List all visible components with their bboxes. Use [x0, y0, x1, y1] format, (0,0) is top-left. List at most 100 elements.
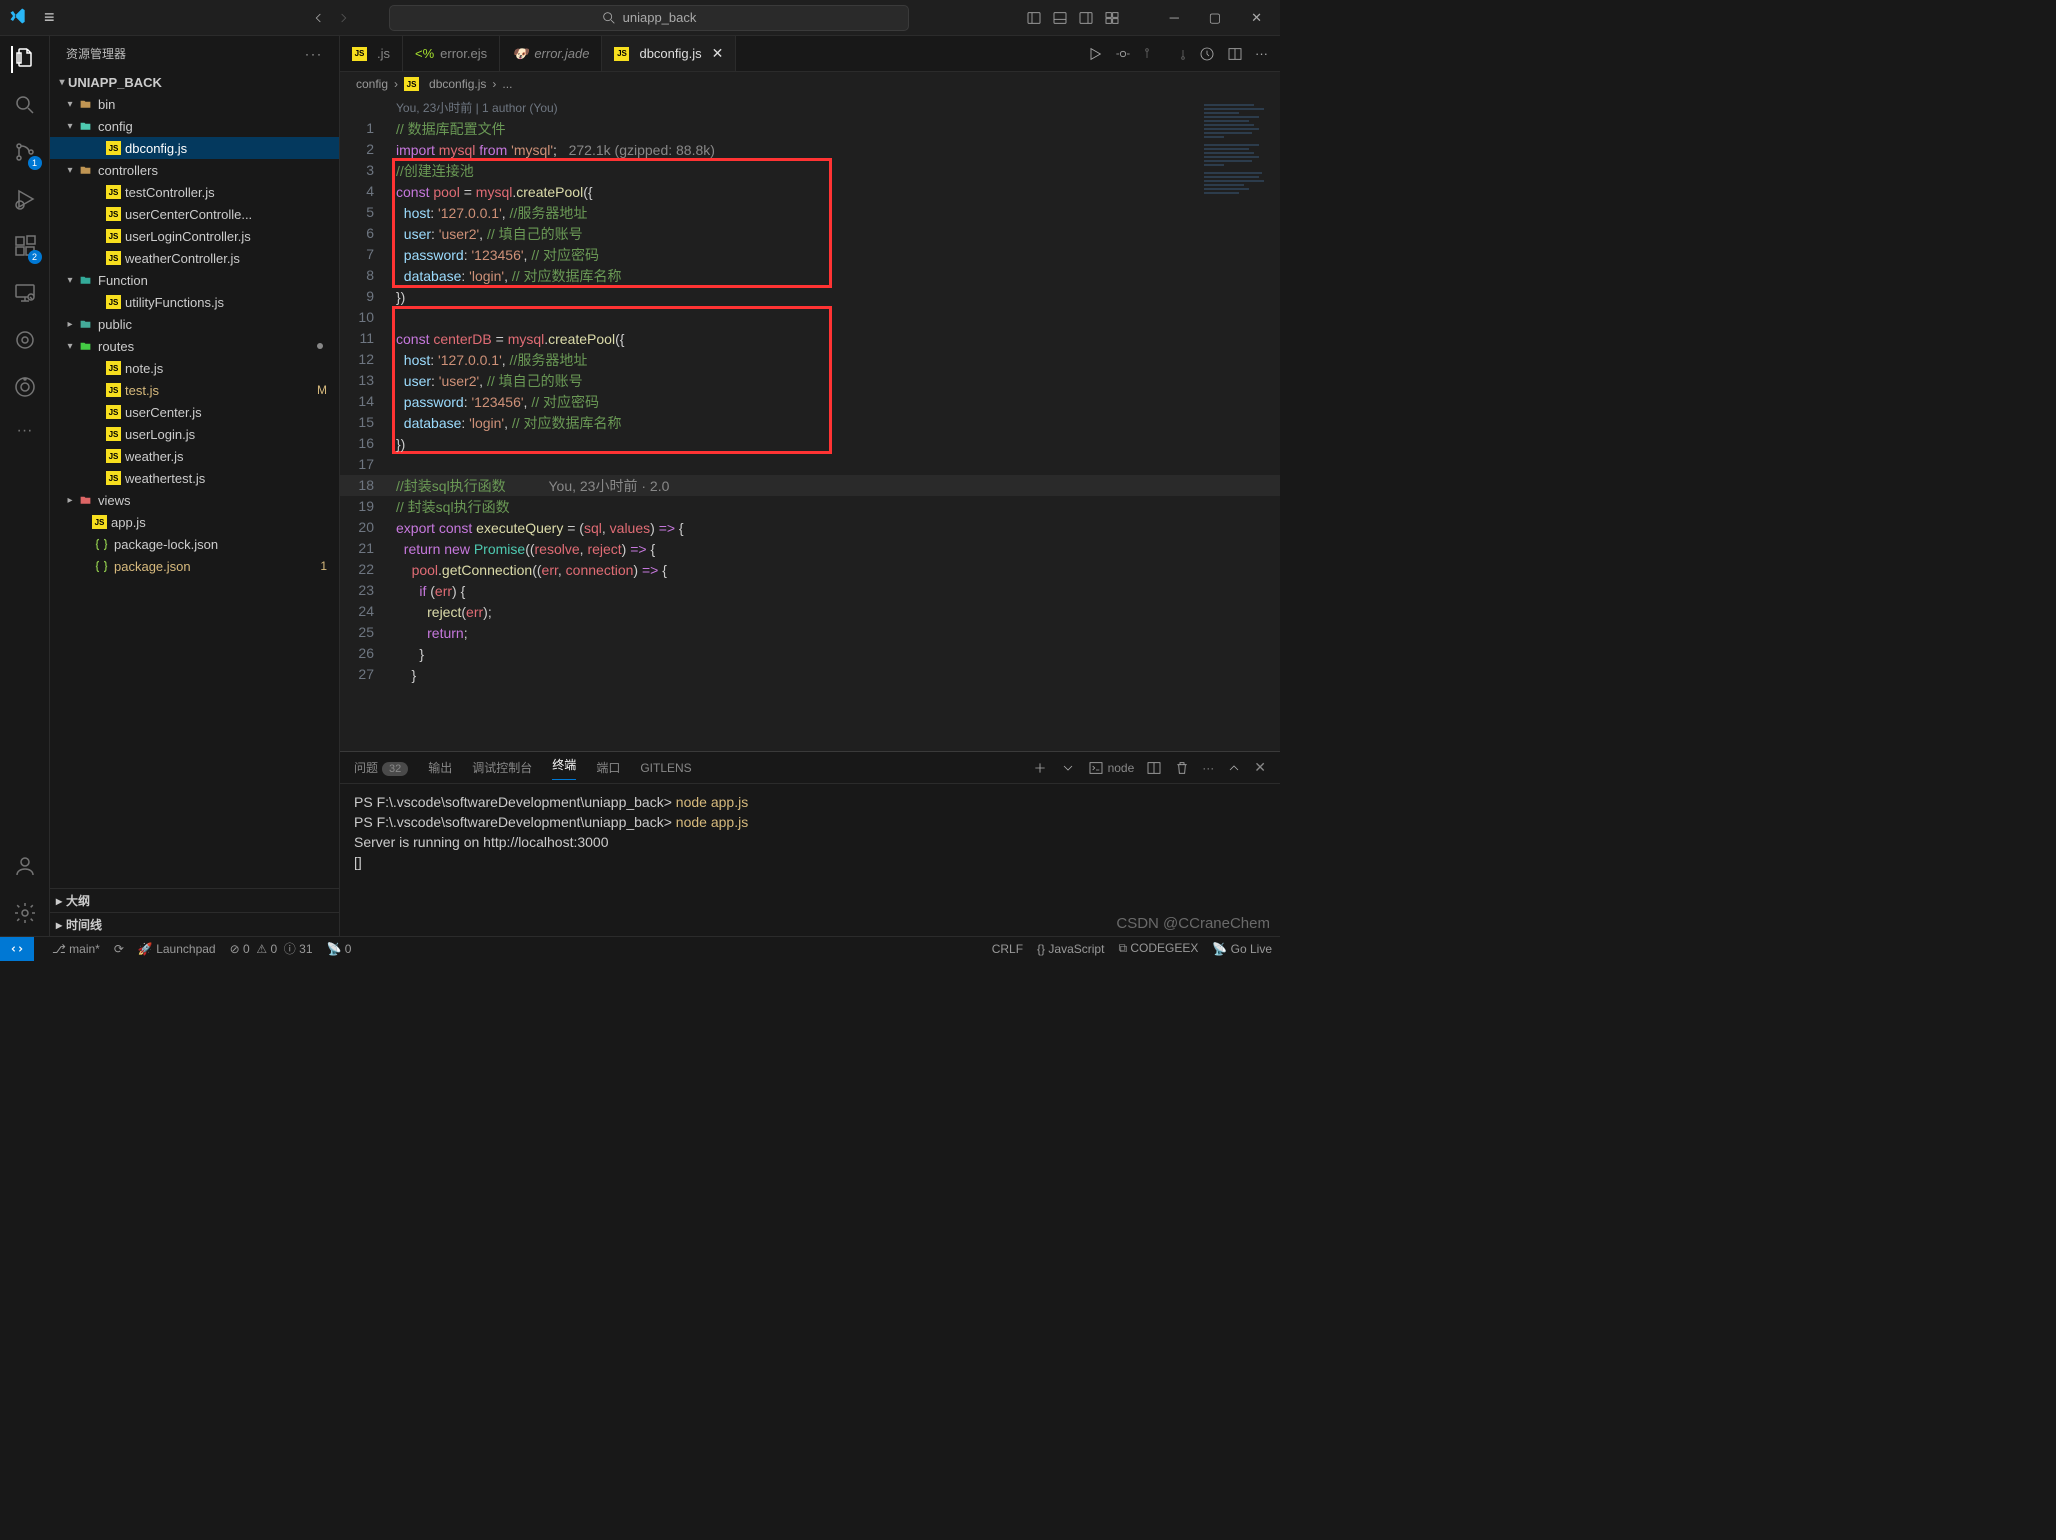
- panel-close-icon[interactable]: ✕: [1254, 759, 1266, 776]
- code-editor[interactable]: 1234567891011121314151617181920212223242…: [340, 96, 1280, 751]
- vscode-logo-icon: [8, 6, 28, 29]
- json-icon: [92, 536, 110, 552]
- sync-icon[interactable]: ⟳: [114, 942, 124, 956]
- codegeex-status[interactable]: ⧉ CODEGEEX: [1118, 941, 1198, 956]
- remote-indicator-icon[interactable]: [0, 937, 34, 961]
- minimize-icon[interactable]: ─: [1160, 10, 1189, 25]
- explorer-icon[interactable]: [11, 46, 37, 73]
- git-compare2-icon[interactable]: [1171, 46, 1187, 62]
- git-branch[interactable]: ⎇ main*: [52, 942, 100, 956]
- tree-item[interactable]: JSapp.js: [50, 511, 339, 533]
- js-icon: JS: [106, 427, 121, 441]
- problems-status[interactable]: ⊘ 0 ⚠ 0 ⓘ 31: [230, 940, 313, 957]
- outline-section[interactable]: ▸大纲: [50, 888, 339, 912]
- panel-tab[interactable]: 端口: [596, 759, 620, 776]
- search-tab-icon[interactable]: [13, 93, 37, 120]
- split-terminal-icon[interactable]: [1146, 760, 1162, 776]
- sidebar-more-icon[interactable]: ···: [305, 47, 323, 61]
- radio-icon[interactable]: 📡 0: [327, 942, 352, 956]
- tree-item[interactable]: JSweathertest.js: [50, 467, 339, 489]
- layout-bottom-icon[interactable]: [1052, 10, 1068, 26]
- folder-icon: [76, 316, 94, 332]
- git-compare-icon[interactable]: [1143, 46, 1159, 62]
- settings-gear-icon[interactable]: [13, 901, 37, 928]
- editor-area: JS.js<%error.ejs🐶error.jadeJSdbconfig.js…: [340, 36, 1280, 936]
- panel-up-icon[interactable]: [1226, 760, 1242, 776]
- new-terminal-icon[interactable]: [1032, 760, 1048, 776]
- tree-item[interactable]: JStestController.js: [50, 181, 339, 203]
- tree-item[interactable]: JSuserLoginController.js: [50, 225, 339, 247]
- close-tab-icon[interactable]: ✕: [712, 45, 724, 62]
- trash-icon[interactable]: [1174, 760, 1190, 776]
- tree-item[interactable]: ▾routes: [50, 335, 339, 357]
- panel-more-icon[interactable]: ···: [1202, 761, 1214, 775]
- tree-item[interactable]: package.json1: [50, 555, 339, 577]
- json-icon: [92, 558, 110, 574]
- js-icon: JS: [106, 141, 121, 155]
- panel-tab[interactable]: 调试控制台: [472, 759, 532, 776]
- project-root[interactable]: ▾UNIAPP_BACK: [50, 71, 339, 93]
- layout-left-icon[interactable]: [1026, 10, 1042, 26]
- account-icon[interactable]: [13, 854, 37, 881]
- minimap[interactable]: [1204, 102, 1274, 222]
- tree-item[interactable]: ▸public: [50, 313, 339, 335]
- target-icon[interactable]: [13, 328, 37, 355]
- tree-item[interactable]: JSweather.js: [50, 445, 339, 467]
- layout-right-icon[interactable]: [1078, 10, 1094, 26]
- title-bar: ≡ uniapp_back ─ ▢ ✕: [0, 0, 1280, 36]
- tab-more-icon[interactable]: ···: [1255, 46, 1268, 61]
- js-icon: JS: [614, 47, 629, 61]
- command-center[interactable]: uniapp_back: [389, 5, 909, 31]
- source-control-icon[interactable]: 1: [13, 140, 37, 167]
- run-icon[interactable]: [1087, 46, 1103, 62]
- editor-tab[interactable]: 🐶error.jade: [500, 36, 602, 71]
- layout-grid-icon[interactable]: [1104, 10, 1120, 26]
- line-ending[interactable]: CRLF: [992, 942, 1023, 956]
- tree-item[interactable]: JSuserLogin.js: [50, 423, 339, 445]
- tree-item[interactable]: JSuserCenterControlle...: [50, 203, 339, 225]
- tree-item[interactable]: ▾config: [50, 115, 339, 137]
- go-live[interactable]: 📡 Go Live: [1212, 942, 1272, 956]
- tree-item[interactable]: JSdbconfig.js: [50, 137, 339, 159]
- editor-tab[interactable]: JSdbconfig.js✕: [602, 36, 736, 71]
- tree-item[interactable]: ▾Function: [50, 269, 339, 291]
- editor-tab[interactable]: <%error.ejs: [403, 36, 500, 71]
- close-icon[interactable]: ✕: [1241, 10, 1272, 26]
- terminal-dropdown-icon[interactable]: [1060, 760, 1076, 776]
- panel-tab[interactable]: 终端: [552, 756, 576, 780]
- panel-tab[interactable]: 输出: [428, 759, 452, 776]
- nav-forward-icon[interactable]: [335, 10, 351, 26]
- tree-item[interactable]: package-lock.json: [50, 533, 339, 555]
- hamburger-icon[interactable]: ≡: [44, 7, 55, 28]
- terminal-output[interactable]: PS F:\.vscode\softwareDevelopment\uniapp…: [340, 784, 1280, 936]
- codegeex-icon[interactable]: [13, 375, 37, 402]
- tree-item[interactable]: ▾bin: [50, 93, 339, 115]
- tree-item[interactable]: JSuserCenter.js: [50, 401, 339, 423]
- tree-item[interactable]: ▸views: [50, 489, 339, 511]
- timeline-section[interactable]: ▸时间线: [50, 912, 339, 936]
- extensions-icon[interactable]: 2: [13, 234, 37, 261]
- panel-tab[interactable]: 问题32: [354, 759, 408, 776]
- history-icon[interactable]: [1199, 46, 1215, 62]
- editor-tab[interactable]: JS.js: [340, 36, 403, 71]
- activity-bar: 1 2 ···: [0, 36, 50, 936]
- remote-explorer-icon[interactable]: [13, 281, 37, 308]
- tree-item[interactable]: ▾controllers: [50, 159, 339, 181]
- js-icon: JS: [352, 47, 367, 61]
- nav-back-icon[interactable]: [311, 10, 327, 26]
- language-mode[interactable]: {} JavaScript: [1037, 942, 1104, 956]
- tree-item[interactable]: JSnote.js: [50, 357, 339, 379]
- breadcrumb[interactable]: config› JS dbconfig.js› ...: [340, 72, 1280, 96]
- tree-item[interactable]: JSutilityFunctions.js: [50, 291, 339, 313]
- watermark: CSDN @CCraneChem: [1116, 915, 1270, 932]
- tree-item[interactable]: JStest.jsM: [50, 379, 339, 401]
- debug-alt-icon[interactable]: [1115, 46, 1131, 62]
- more-icon[interactable]: ···: [17, 422, 33, 440]
- run-debug-icon[interactable]: [13, 187, 37, 214]
- panel-tab[interactable]: GITLENS: [640, 761, 691, 775]
- launchpad[interactable]: 🚀 Launchpad: [138, 942, 216, 956]
- split-icon[interactable]: [1227, 46, 1243, 62]
- terminal-shell[interactable]: node: [1088, 760, 1135, 776]
- maximize-icon[interactable]: ▢: [1199, 10, 1231, 26]
- tree-item[interactable]: JSweatherController.js: [50, 247, 339, 269]
